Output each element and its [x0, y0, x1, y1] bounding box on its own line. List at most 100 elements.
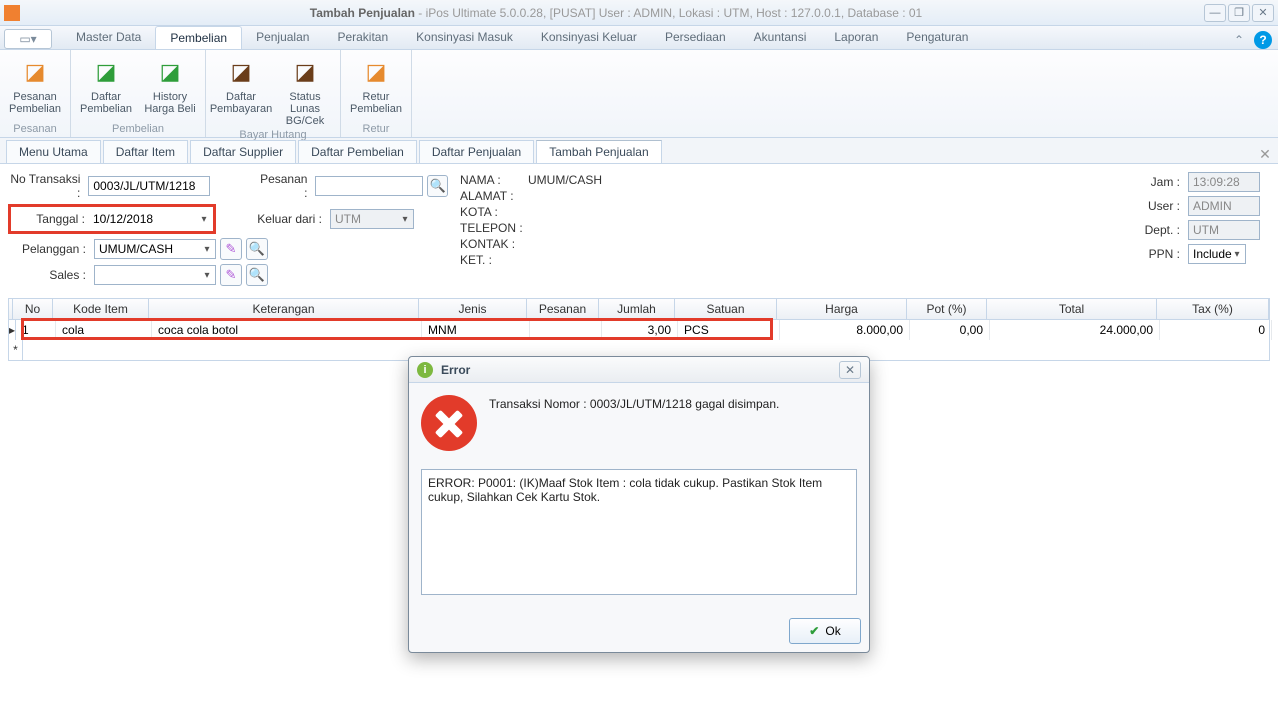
col-kodeitem[interactable]: Kode Item	[53, 299, 149, 319]
check-icon: ✔	[809, 624, 819, 638]
ribbon-tool-label: HistoryHarga Beli	[144, 91, 195, 115]
cell[interactable]: 3,00	[602, 320, 678, 340]
tab-daftar-supplier[interactable]: Daftar Supplier	[190, 140, 296, 163]
ribbon-group-pesanan: ◪ PesananPembelian Pesanan	[0, 50, 71, 137]
package-icon: ◪	[154, 56, 186, 88]
ribbon-group-label: Pesanan	[6, 121, 64, 137]
menu-penjualan[interactable]: Penjualan	[242, 26, 323, 49]
ribbon: ◪PesananPembelianPesanan◪DaftarPembelian…	[0, 50, 1278, 138]
ribbon-daftar-pembelian[interactable]: ◪DaftarPembelian	[77, 52, 135, 121]
window-title: Tambah Penjualan - iPos Ultimate 5.0.0.2…	[28, 6, 1204, 20]
info-kontak-key: KONTAK :	[460, 236, 528, 252]
menu-master-data[interactable]: Master Data	[62, 26, 155, 49]
cell[interactable]: 1	[16, 320, 56, 340]
ribbon-history-harga-beli[interactable]: ◪ HistoryHarga Beli	[141, 52, 199, 121]
tab-daftar-penjualan[interactable]: Daftar Penjualan	[419, 140, 534, 163]
menu-akuntansi[interactable]: Akuntansi	[740, 26, 821, 49]
col-total[interactable]: Total	[987, 299, 1157, 319]
help-icon[interactable]: ?	[1254, 31, 1272, 49]
menu-perakitan[interactable]: Perakitan	[323, 26, 402, 49]
ribbon-group-label: Pembelian	[77, 121, 199, 137]
no-transaksi-label: No Transaksi :	[8, 172, 84, 200]
view-toggle[interactable]: ▭▾	[4, 29, 52, 49]
cell[interactable]: 24.000,00	[990, 320, 1160, 340]
ribbon-pesanan-pembelian[interactable]: ◪ PesananPembelian	[6, 52, 64, 121]
ppn-label: PPN :	[1140, 247, 1184, 261]
cell[interactable]	[530, 320, 602, 340]
cell[interactable]: cola	[56, 320, 152, 340]
minimize-button[interactable]: —	[1204, 4, 1226, 22]
pesanan-input[interactable]	[315, 176, 423, 196]
tanggal-dropdown-icon[interactable]: ▾	[197, 211, 211, 227]
cell[interactable]: coca cola botol	[152, 320, 422, 340]
pelanggan-label: Pelanggan :	[8, 242, 90, 256]
window-title-main: Tambah Penjualan	[310, 6, 415, 20]
menu-pembelian[interactable]: Pembelian	[155, 26, 242, 49]
dialog-info-icon: i	[417, 362, 433, 378]
ribbon-retur-pembelian[interactable]: ◪ReturPembelian	[347, 52, 405, 121]
col-keterangan[interactable]: Keterangan	[149, 299, 419, 319]
pesanan-search-icon[interactable]: 🔍	[427, 175, 448, 197]
tanggal-input[interactable]	[89, 209, 197, 229]
pelanggan-search-icon[interactable]: 🔍	[246, 238, 268, 260]
cell[interactable]: 0,00	[910, 320, 990, 340]
menu-konsinyasi-masuk[interactable]: Konsinyasi Masuk	[402, 26, 527, 49]
cell[interactable]: PCS	[678, 320, 780, 340]
tab-daftar-pembelian[interactable]: Daftar Pembelian	[298, 140, 417, 163]
sales-edit-icon[interactable]: ✎	[220, 264, 242, 286]
menu-persediaan[interactable]: Persediaan	[651, 26, 740, 49]
col-satuan[interactable]: Satuan	[675, 299, 777, 319]
cell[interactable]: MNM	[422, 320, 530, 340]
col-harga[interactable]: Harga	[777, 299, 907, 319]
collapse-ribbon-icon[interactable]: ⌃	[1230, 31, 1248, 49]
ribbon-status-lunas-bg/cek[interactable]: ◪StatusLunas BG/Cek	[276, 52, 334, 127]
user-value	[1188, 196, 1260, 216]
no-transaksi-input[interactable]	[88, 176, 210, 196]
ribbon-group-pembelian: ◪DaftarPembelian ◪ HistoryHarga Beli Pembel…	[71, 50, 206, 137]
error-dialog: i Error ✕ Transaksi Nomor : 0003/JL/UTM/…	[408, 356, 870, 653]
tab-close-icon[interactable]: ✕	[1256, 145, 1274, 163]
pelanggan-input[interactable]	[94, 239, 216, 259]
dialog-message: Transaksi Nomor : 0003/JL/UTM/1218 gagal…	[489, 395, 779, 411]
col-pot[interactable]: Pot (%)	[907, 299, 987, 319]
sales-form: No Transaksi : Pesanan : 🔍 Tanggal : ▾ K…	[0, 164, 1278, 298]
menu-laporan[interactable]: Laporan	[820, 26, 892, 49]
cell[interactable]: 8.000,00	[780, 320, 910, 340]
ribbon-tool-label: StatusLunas BG/Cek	[276, 91, 334, 127]
pelanggan-dropdown-icon[interactable]: ▾	[200, 241, 214, 257]
close-button[interactable]: ✕	[1252, 4, 1274, 22]
dialog-close-icon[interactable]: ✕	[839, 361, 861, 379]
col-no[interactable]: No	[13, 299, 53, 319]
restore-button[interactable]: ❐	[1228, 4, 1250, 22]
menu-konsinyasi-keluar[interactable]: Konsinyasi Keluar	[527, 26, 651, 49]
col-pesanan[interactable]: Pesanan	[527, 299, 599, 319]
dialog-title-bar[interactable]: i Error ✕	[409, 357, 869, 383]
package-icon: ◪	[19, 56, 51, 88]
tab-tambah-penjualan[interactable]: Tambah Penjualan	[536, 140, 661, 163]
col-jenis[interactable]: Jenis	[419, 299, 527, 319]
tab-menu-utama[interactable]: Menu Utama	[6, 140, 101, 163]
ribbon-tool-label: ReturPembelian	[350, 91, 402, 115]
ppn-dropdown-icon[interactable]: ▾	[1230, 246, 1244, 262]
cell[interactable]: 0	[1160, 320, 1272, 340]
col-tax[interactable]: Tax (%)	[1157, 299, 1269, 319]
info-telepon-key: TELEPON :	[460, 220, 528, 236]
ribbon-tool-label: DaftarPembelian	[80, 91, 132, 115]
tab-daftar-item[interactable]: Daftar Item	[103, 140, 188, 163]
ribbon-daftar-pembayaran[interactable]: ◪DaftarPembayaran	[212, 52, 270, 127]
info-nama-val: UMUM/CASH	[528, 173, 602, 187]
dialog-detail[interactable]	[421, 469, 857, 595]
pelanggan-edit-icon[interactable]: ✎	[220, 238, 242, 260]
ribbon-tool-label: PesananPembelian	[9, 91, 61, 115]
col-jumlah[interactable]: Jumlah	[599, 299, 675, 319]
sales-input[interactable]	[94, 265, 216, 285]
app-icon	[4, 5, 20, 21]
ribbon-tool-label: DaftarPembayaran	[210, 91, 272, 115]
tanggal-label: Tanggal :	[13, 212, 89, 226]
dialog-ok-button[interactable]: ✔ Ok	[789, 618, 861, 644]
grid-row[interactable]: ▸ 1colacoca cola botolMNM3,00PCS8.000,00…	[9, 320, 1269, 340]
menu-pengaturan[interactable]: Pengaturan	[892, 26, 982, 49]
sales-dropdown-icon[interactable]: ▾	[200, 267, 214, 283]
sales-search-icon[interactable]: 🔍	[246, 264, 268, 286]
keluar-dropdown-icon[interactable]: ▾	[398, 211, 412, 227]
